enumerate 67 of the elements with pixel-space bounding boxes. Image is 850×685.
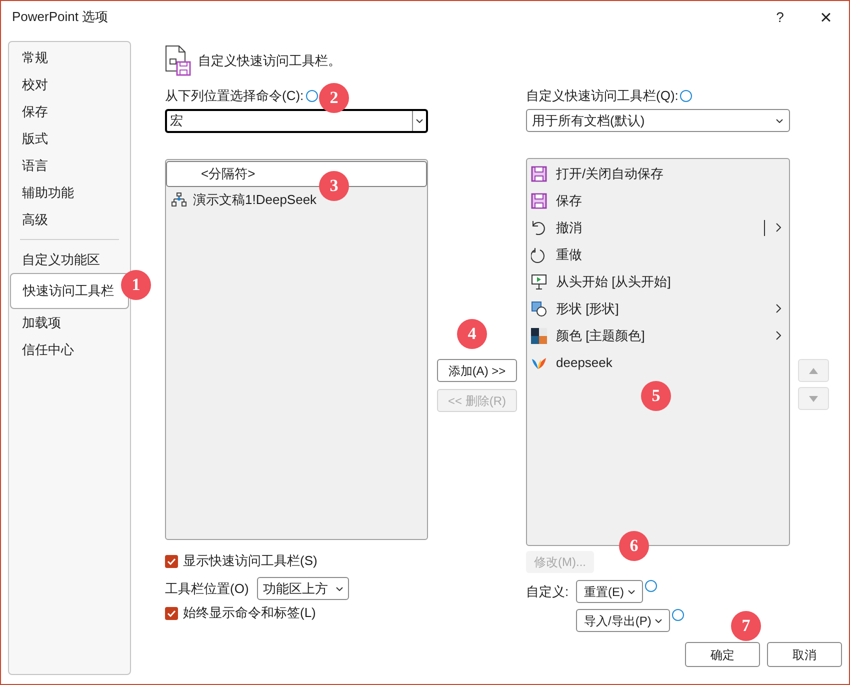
checkmark-icon [167, 610, 176, 616]
color-palette-icon [531, 328, 547, 344]
field-label: 自定义快速访问工具栏(Q): [526, 87, 678, 106]
chevron-down-icon [336, 586, 343, 590]
sidebar-item[interactable]: 保存 [9, 98, 130, 125]
window-title: PowerPoint 选项 [12, 8, 108, 26]
macro-icon [171, 192, 187, 208]
toolbar-scope-dropdown[interactable]: 用于所有文档(默认) [526, 109, 790, 132]
command-source-dropdown[interactable]: 宏 [165, 109, 428, 133]
chevron-right-icon [776, 223, 781, 232]
chevron-down-icon [776, 118, 783, 122]
reset-dropdown-button[interactable]: 重置(E) [576, 580, 643, 603]
chevron-down-icon [628, 590, 635, 594]
checkmark-icon [167, 558, 176, 564]
sidebar-item[interactable]: 辅助功能 [9, 179, 130, 206]
field-label: 从下列位置选择命令(C): [165, 87, 304, 106]
field-label: 工具栏位置(O) [165, 580, 249, 598]
sidebar-item[interactable]: 校对 [9, 71, 130, 98]
step-number-badge: 6 [619, 531, 649, 561]
help-button[interactable]: ? [765, 3, 795, 31]
checkbox[interactable] [165, 606, 178, 620]
chevron-right-icon [776, 304, 781, 313]
sidebar-item[interactable]: 版式 [9, 125, 130, 152]
step-number-badge: 4 [457, 319, 487, 349]
sidebar-item[interactable]: 信任中心 [9, 336, 130, 363]
info-icon [306, 90, 318, 102]
sidebar-item[interactable]: 快速访问工具栏 [10, 273, 129, 309]
toolbar-command-item[interactable]: 撤消 [527, 214, 789, 241]
toolbar-command-item[interactable]: deepseek [527, 349, 789, 376]
cancel-button[interactable]: 取消 [767, 642, 842, 667]
info-icon [645, 580, 657, 592]
checkbox-label: 显示快速访问工具栏(S) [183, 552, 318, 570]
section-heading: 自定义快速访问工具栏。 [198, 52, 341, 70]
step-number-badge: 7 [731, 611, 761, 641]
checkbox[interactable] [165, 554, 178, 568]
sidebar-item[interactable]: 高级 [9, 206, 130, 233]
chevron-down-icon [655, 618, 662, 622]
sidebar-item[interactable]: 常规 [9, 44, 130, 71]
triangle-up-icon [809, 368, 818, 374]
toolbar-command-item[interactable]: 保存 [527, 187, 789, 214]
triangle-down-icon [809, 396, 818, 402]
undo-icon [531, 220, 547, 236]
sidebar-item[interactable]: 语言 [9, 152, 130, 179]
sidebar-item[interactable]: 自定义功能区 [9, 246, 130, 273]
add-button[interactable]: 添加(A) >> [437, 359, 517, 382]
info-icon [672, 609, 684, 621]
toolbar-command-item[interactable]: 重做 [527, 241, 789, 268]
close-button[interactable]: × [811, 3, 841, 31]
field-label: 自定义: [526, 583, 570, 601]
chevron-right-icon [776, 331, 781, 340]
toolbar-position-dropdown[interactable]: 功能区上方 [256, 577, 349, 600]
toolbar-command-item[interactable]: 从头开始 [从头开始] [527, 268, 789, 295]
dropdown-button[interactable] [412, 111, 426, 131]
ok-button[interactable]: 确定 [685, 642, 760, 667]
checkbox-label: 始终显示命令和标签(L) [183, 604, 316, 622]
shapes-icon [531, 300, 547, 316]
sidebar-item[interactable]: 加载项 [9, 309, 130, 336]
info-icon [680, 90, 692, 102]
toolbar-command-item[interactable]: 颜色 [主题颜色] [527, 322, 789, 349]
chevron-down-icon [416, 119, 423, 123]
step-number-badge: 2 [319, 83, 349, 113]
toolbar-command-item[interactable]: 形状 [形状] [527, 295, 789, 322]
redo-icon [531, 246, 547, 262]
presentation-screen-icon [531, 274, 547, 290]
import-export-dropdown-button[interactable]: 导入/导出(P) [576, 609, 670, 632]
toolbar-command-item[interactable]: 打开/关闭自动保存 [527, 160, 789, 187]
step-number-badge: 1 [121, 270, 151, 300]
